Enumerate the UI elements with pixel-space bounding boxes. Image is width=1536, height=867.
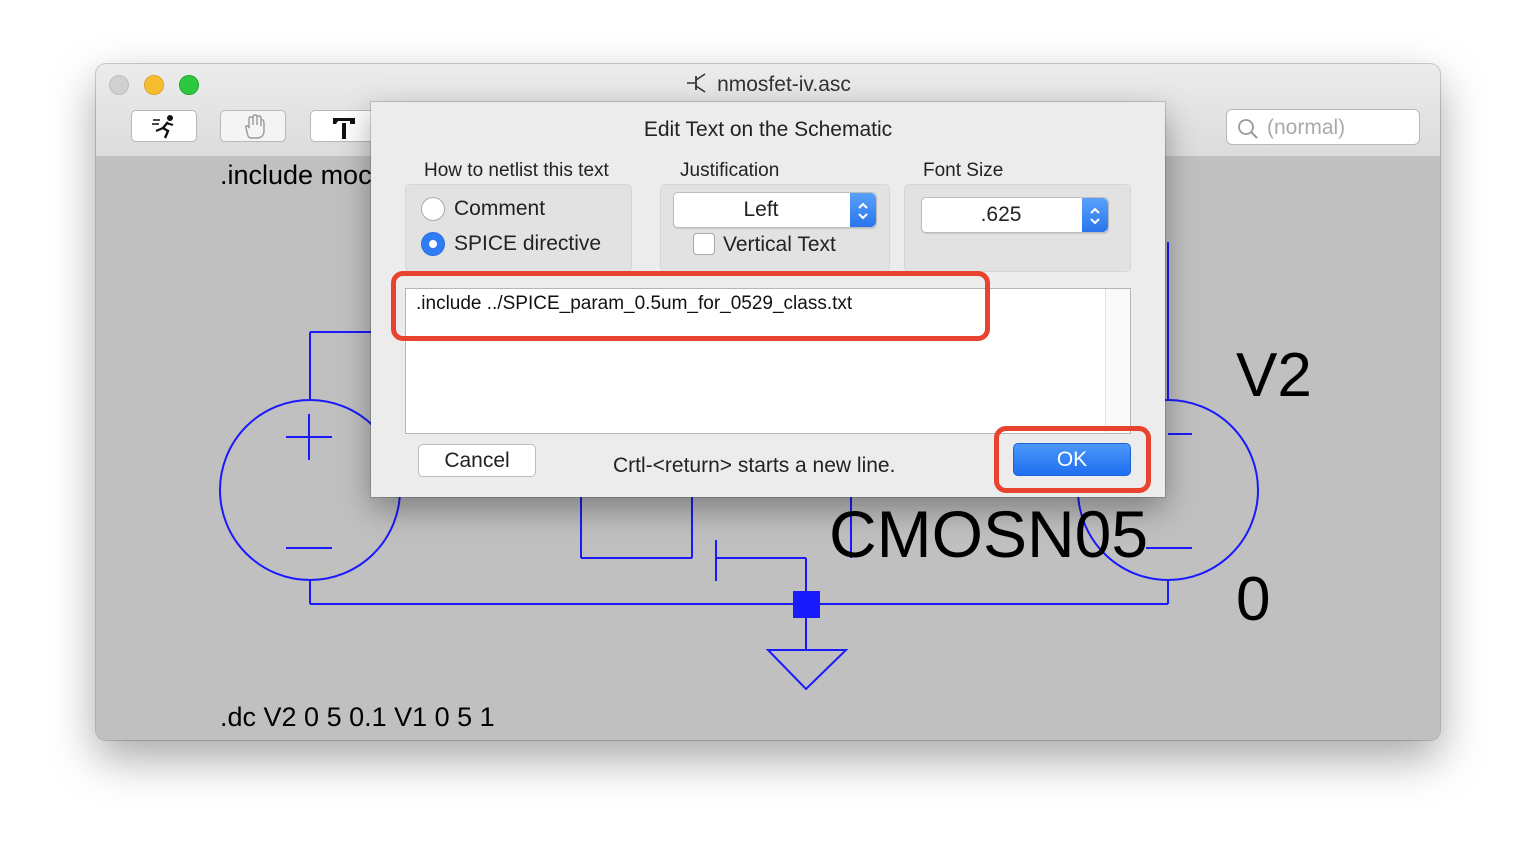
justification-select[interactable]: Left [673,192,877,228]
justification-label: Justification [680,160,780,181]
dialog-title: Edit Text on the Schematic [643,118,893,141]
dc-directive-text[interactable]: .dc V2 0 5 0.1 V1 0 5 1 [220,702,495,733]
chevron-updown-icon [850,193,876,227]
font-size-value: .625 [980,203,1022,226]
search-field[interactable]: (normal) [1226,109,1420,145]
netlist-group-label: How to netlist this text [424,160,609,181]
node-label[interactable]: 0 [1236,564,1270,635]
comment-radio-label[interactable]: Comment [454,197,545,221]
hammer-icon [333,118,355,139]
run-button[interactable] [131,110,197,142]
spice-directive-radio-label[interactable]: SPICE directive [454,232,601,256]
justification-group: Left Vertical Text [660,184,890,272]
search-placeholder: (normal) [1267,116,1346,139]
junction-node [793,591,820,618]
font-size-select[interactable]: .625 [921,197,1109,233]
spice-directive-radio[interactable] [421,232,445,256]
window-title: nmosfet-iv.asc [96,72,1440,97]
font-size-group: .625 [904,184,1131,272]
text-scrollbar[interactable] [1105,289,1130,433]
run-icon [152,115,174,139]
source-v2-label[interactable]: V2 [1236,340,1312,411]
highlight-text-annotation [391,271,990,341]
pan-button[interactable] [220,110,286,142]
chevron-updown-icon [1082,198,1108,232]
netlist-group: Comment SPICE directive [405,184,632,272]
window-title-text: nmosfet-iv.asc [717,73,851,96]
justification-value: Left [743,198,779,221]
model-label[interactable]: CMOSN05 [829,496,1148,572]
include-directive-text[interactable]: .include moc [220,160,372,191]
hammer-button[interactable] [310,110,376,142]
vertical-text-label[interactable]: Vertical Text [723,233,836,257]
vertical-text-checkbox[interactable] [693,233,715,255]
highlight-ok-annotation [994,426,1151,493]
comment-radio[interactable] [421,197,445,221]
nmos-transistor-icon [687,73,706,93]
cancel-button[interactable]: Cancel [418,444,536,477]
new-line-hint: Crtl-<return> starts a new line. [613,454,896,477]
hand-pan-icon [245,114,265,139]
search-icon [1238,119,1258,139]
font-size-label: Font Size [923,160,1004,181]
